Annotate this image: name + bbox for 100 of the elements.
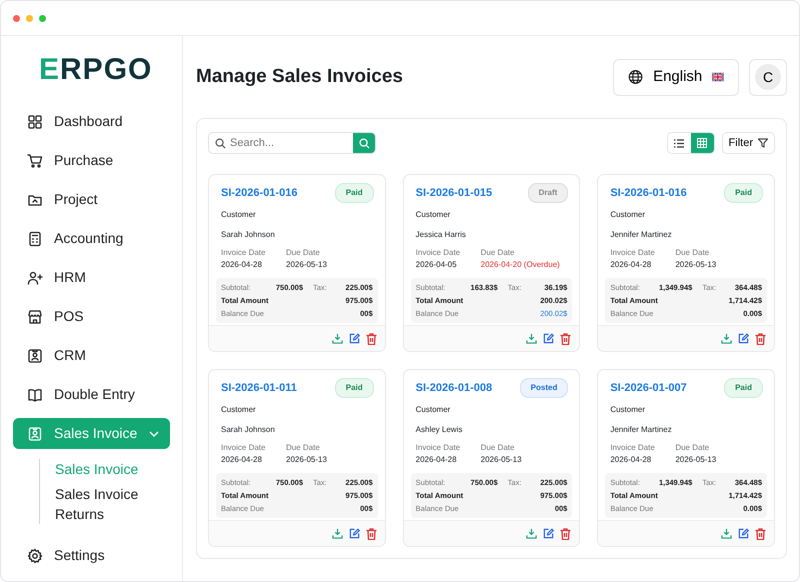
delete-button[interactable]: [755, 332, 766, 344]
download-icon: [721, 333, 732, 344]
due-date-label: Due Date: [286, 442, 321, 454]
customer-name: Jessica Harris: [414, 229, 467, 241]
grid-icon: [697, 138, 708, 148]
invoice-number-link[interactable]: SI-2026-01-011: [221, 380, 297, 396]
badge-icon: [27, 426, 43, 442]
invoice-date: 2026-04-28: [221, 454, 263, 466]
download-button[interactable]: [721, 333, 732, 344]
due-date: 2026-05-13: [480, 454, 523, 466]
due-date-label: Due Date: [480, 442, 516, 454]
due-date: 2026-05-13: [675, 259, 718, 271]
trash-icon: [560, 332, 572, 344]
customer-name: Jennifer Martinez: [609, 229, 673, 241]
sidebar-item[interactable]: Dashboard: [13, 102, 170, 141]
invoice-number-link[interactable]: SI-2026-01-007: [610, 380, 687, 396]
edit-button[interactable]: [738, 528, 749, 539]
download-button[interactable]: [332, 528, 343, 539]
due-date: 2026-05-13: [675, 454, 718, 466]
avatar-button[interactable]: C: [749, 58, 787, 96]
edit-button[interactable]: [348, 333, 360, 344]
submenu-item[interactable]: Sales Invoice Returns: [55, 484, 170, 524]
search-button[interactable]: [353, 133, 375, 153]
filter-button[interactable]: Filter: [722, 132, 775, 154]
customer-name: Jennifer Martinez: [609, 424, 673, 436]
trash-icon: [366, 332, 377, 344]
sidebar-item[interactable]: POS: [13, 297, 170, 336]
due-date-label: Due Date: [675, 442, 710, 454]
invoice-date-label: Invoice Date: [416, 442, 462, 454]
edit-button[interactable]: [543, 333, 554, 344]
trash-icon: [560, 528, 572, 540]
delete-button[interactable]: [366, 528, 377, 540]
edit-icon: [348, 528, 360, 539]
customer-label: Customer: [220, 209, 257, 221]
download-button[interactable]: [332, 333, 343, 344]
language-button[interactable]: English: [613, 58, 739, 96]
page-title: Manage Sales Invoices: [196, 66, 404, 88]
status-badge: Paid: [724, 378, 763, 398]
download-button[interactable]: [721, 528, 732, 539]
customer-label: Customer: [414, 209, 452, 221]
edit-button[interactable]: [348, 528, 360, 539]
edit-button[interactable]: [738, 333, 749, 344]
invoice-number-link[interactable]: SI-2026-01-015: [416, 184, 492, 202]
invoice-date-label: Invoice Date: [610, 442, 656, 454]
delete-button[interactable]: [366, 332, 377, 344]
invoice-date-label: Invoice Date: [610, 247, 656, 259]
search-field[interactable]: Search...: [208, 132, 376, 154]
invoice-date-label: Invoice Date: [416, 247, 462, 259]
sidebar-item[interactable]: Double Entry: [13, 375, 170, 414]
maximize-dot[interactable]: [39, 14, 46, 22]
invoice-date-label: Invoice Date: [221, 247, 266, 259]
edit-icon: [738, 333, 749, 344]
id-card-icon: [27, 348, 43, 364]
customer-label: Customer: [414, 404, 452, 416]
invoice-number-link[interactable]: SI-2026-01-016: [610, 184, 687, 202]
gear-icon: [27, 548, 43, 564]
invoice-date-label: Invoice Date: [221, 442, 266, 454]
status-badge: Posted: [520, 378, 568, 398]
customer-name: Sarah Johnson: [220, 424, 276, 436]
edit-icon: [348, 333, 360, 344]
sidebar-item[interactable]: Project: [13, 180, 170, 219]
status-badge: Paid: [334, 183, 374, 203]
due-date-label: Due Date: [286, 247, 321, 259]
flag-icon: [712, 72, 724, 82]
cart-icon: [27, 152, 43, 168]
status-badge: Paid: [334, 378, 374, 398]
status-badge: Paid: [724, 183, 763, 203]
delete-button[interactable]: [755, 528, 766, 540]
customer-name: Ashley Lewis: [414, 424, 464, 436]
book-icon: [27, 386, 43, 402]
sidebar-item[interactable]: Purchase: [13, 141, 170, 180]
trash-icon: [366, 528, 377, 540]
sidebar-item[interactable]: Settings: [13, 536, 170, 575]
invoice-number-link[interactable]: SI-2026-01-008: [416, 380, 492, 396]
invoice-date: 2026-04-28: [221, 259, 263, 271]
edit-icon: [543, 333, 554, 344]
delete-button[interactable]: [560, 528, 572, 540]
close-dot[interactable]: [13, 14, 20, 22]
grid-icon: [27, 114, 43, 130]
trash-icon: [755, 528, 766, 540]
invoice-date: 2026-04-28: [610, 259, 652, 271]
sidebar-item[interactable]: Accounting: [13, 219, 170, 258]
edit-button[interactable]: [543, 528, 554, 539]
edit-icon: [738, 528, 749, 539]
minimize-dot[interactable]: [26, 14, 33, 22]
download-icon: [526, 528, 538, 539]
search-icon: [215, 138, 226, 148]
download-icon: [526, 333, 538, 344]
customer-label: Customer: [609, 404, 646, 416]
sidebar-item[interactable]: CRM: [13, 336, 170, 375]
download-icon: [332, 528, 343, 539]
invoice-date: 2026-04-05: [416, 259, 458, 271]
invoice-number-link[interactable]: SI-2026-01-016: [221, 184, 298, 202]
users-icon: [27, 270, 43, 286]
trash-icon: [755, 332, 766, 344]
download-button[interactable]: [526, 528, 538, 539]
sidebar-item[interactable]: HRM: [13, 258, 170, 297]
due-date: 2026-04-20 (Overdue): [480, 259, 561, 271]
download-button[interactable]: [526, 333, 538, 344]
delete-button[interactable]: [560, 332, 572, 344]
